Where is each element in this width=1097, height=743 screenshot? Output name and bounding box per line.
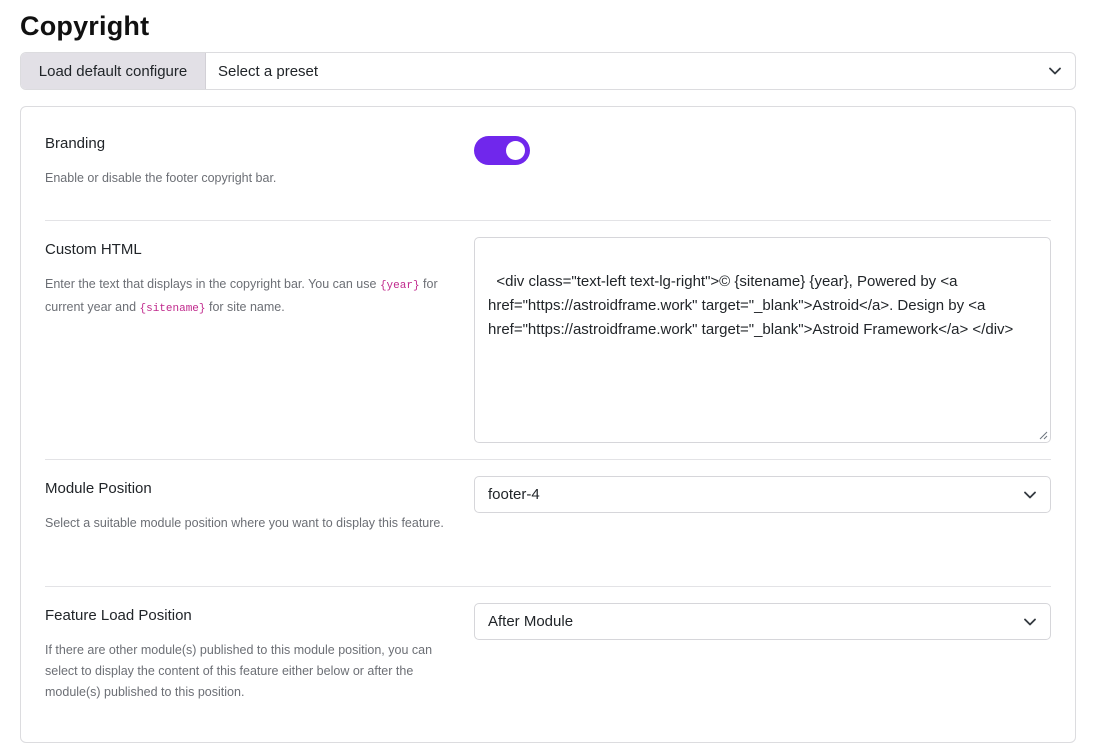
preset-select[interactable]: Select a preset (206, 53, 1075, 89)
feature-load-position-description: If there are other module(s) published t… (45, 643, 433, 699)
branding-label: Branding (45, 135, 106, 152)
feature-load-position-value: After Module (488, 613, 574, 630)
resize-grip-icon[interactable] (1038, 430, 1048, 440)
divider (45, 220, 1051, 221)
module-position-select[interactable]: footer-4 (474, 476, 1051, 513)
toggle-knob (506, 141, 525, 160)
branding-toggle[interactable] (474, 136, 530, 165)
module-position-label: Module Position (45, 480, 152, 497)
chevron-down-icon (1024, 618, 1036, 625)
divider (45, 459, 1051, 460)
preset-select-value: Select a preset (218, 62, 319, 80)
feature-load-position-select[interactable]: After Module (474, 603, 1051, 640)
sitename-code: {sitename} (139, 303, 206, 315)
divider (45, 586, 1051, 587)
module-position-description: Select a suitable module position where … (45, 516, 444, 530)
module-position-value: footer-4 (488, 486, 540, 503)
custom-html-desc-text-1: Enter the text that displays in the copy… (45, 277, 380, 291)
custom-html-textarea[interactable]: <div class="text-left text-lg-right">© {… (474, 237, 1051, 443)
preset-bar: Load default configure Select a preset (20, 52, 1076, 90)
feature-load-position-label: Feature Load Position (45, 607, 192, 624)
custom-html-description: Enter the text that displays in the copy… (45, 274, 455, 320)
chevron-down-icon (1049, 67, 1061, 75)
year-code: {year} (379, 280, 420, 292)
branding-description: Enable or disable the footer copyright b… (45, 171, 277, 185)
custom-html-desc-text-3: for site name. (205, 300, 285, 314)
load-default-configure-button[interactable]: Load default configure (21, 53, 206, 89)
custom-html-label: Custom HTML (45, 241, 142, 258)
chevron-down-icon (1024, 491, 1036, 498)
page-title: Copyright (20, 11, 150, 41)
custom-html-value: <div class="text-left text-lg-right">© {… (488, 273, 1014, 338)
